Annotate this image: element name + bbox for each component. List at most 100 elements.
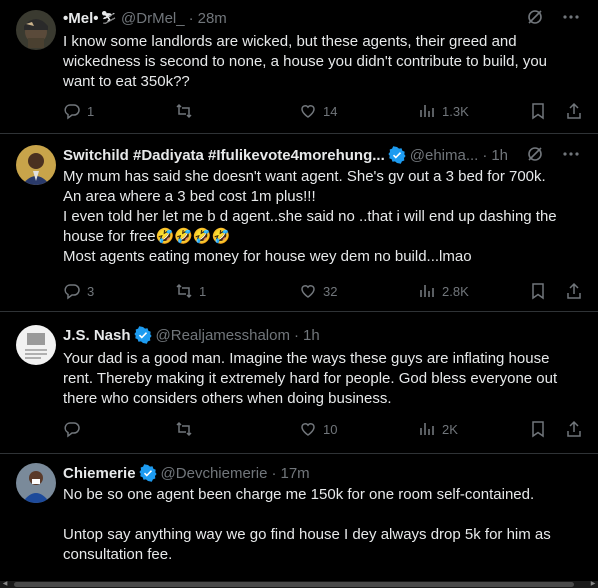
views-button[interactable]: 2.8K: [418, 282, 469, 300]
tweet-actions: 3 1 32 2.8K: [63, 281, 583, 301]
tweet-line: house for free🤣🤣🤣🤣: [63, 228, 231, 245]
bookmark-icon: [532, 421, 544, 438]
grok-icon[interactable]: [526, 8, 544, 26]
views-count: 2.8K: [442, 283, 469, 299]
share-icon: [567, 420, 581, 437]
tweet-line: consultation fee.: [63, 546, 173, 563]
retweet-icon: [176, 421, 192, 437]
tweet-actions: 1 14 1.3K: [63, 101, 583, 121]
tweet-line: there who considers others when doing bu…: [63, 390, 392, 407]
tweet-line: My mum has said she doesn't want agent. …: [63, 168, 546, 185]
tweet-line: [63, 505, 584, 525]
user-handle[interactable]: @Realjamesshalom: [156, 327, 290, 344]
timestamp[interactable]: 17m: [280, 465, 309, 482]
heart-icon: [301, 423, 315, 436]
timestamp[interactable]: 28m: [198, 10, 227, 27]
views-button[interactable]: 1.3K: [418, 102, 469, 120]
avatar[interactable]: [16, 325, 56, 365]
tweet-card[interactable]: Chiemerie @Devchiemerie · 17m No be so o…: [0, 455, 598, 581]
tweet-line: An area where a 3 bed cost 1m plus!!!: [63, 188, 316, 205]
more-icon[interactable]: [562, 8, 580, 26]
verified-badge-icon: [133, 326, 152, 344]
views-icon: [420, 285, 434, 297]
tweet-text: No be so one agent been charge me 150k f…: [63, 485, 584, 565]
tweet-card[interactable]: J.S. Nash @Realjamesshalom · 1h Your dad…: [0, 313, 598, 454]
heart-icon: [301, 285, 315, 298]
tweet-header: •Mel• ⛷ @DrMel_ · 28m: [63, 8, 590, 28]
display-name[interactable]: J.S. Nash: [63, 327, 131, 344]
more-icon[interactable]: [562, 145, 580, 163]
tweet-line: I even told her let me b d agent..she sa…: [63, 208, 557, 225]
scroll-left-arrow-icon[interactable]: ◀: [0, 581, 10, 588]
reply-button[interactable]: [63, 420, 87, 438]
separator-dot: ·: [293, 326, 299, 344]
reply-button[interactable]: 1: [63, 102, 94, 120]
scrollbar-thumb[interactable]: [14, 582, 574, 587]
avatar[interactable]: [16, 463, 56, 503]
bookmark-button[interactable]: [529, 102, 547, 120]
skier-emoji: ⛷: [100, 10, 118, 25]
like-button[interactable]: 10: [299, 420, 337, 438]
tweet-top-icons: [526, 145, 580, 163]
views-button[interactable]: 2K: [418, 420, 458, 438]
verified-badge-icon: [388, 146, 406, 164]
timeline-feed: •Mel• ⛷ @DrMel_ · 28m I know some landlo…: [0, 0, 598, 588]
share-button[interactable]: [565, 282, 583, 300]
tweet-header: Chiemerie @Devchiemerie · 17m: [63, 463, 590, 483]
avatar[interactable]: [16, 145, 56, 185]
reply-count: 3: [87, 283, 95, 299]
retweet-button[interactable]: 1: [175, 282, 206, 300]
bookmark-button[interactable]: [529, 282, 547, 300]
tweet-top-icons: [526, 8, 580, 26]
retweet-icon: [176, 283, 192, 299]
like-button[interactable]: 32: [299, 282, 337, 300]
display-name[interactable]: Switchild #Dadiyata #Ifulikevote4morehun…: [63, 147, 385, 164]
retweet-icon: [176, 103, 192, 119]
separator-dot: ·: [482, 146, 488, 164]
timestamp[interactable]: 1h: [491, 147, 508, 164]
views-icon: [420, 423, 434, 435]
reply-count: 1: [87, 103, 95, 119]
scroll-right-arrow-icon[interactable]: ▶: [588, 581, 598, 588]
user-handle[interactable]: @DrMel_: [121, 10, 185, 27]
tweet-line: Your dad is a good man. Imagine the ways…: [63, 350, 550, 367]
like-count: 14: [323, 103, 338, 119]
tweet-actions: 10 2K: [63, 419, 583, 439]
tweet-line: Most agents eating money for house wey d…: [63, 248, 472, 265]
display-name[interactable]: Chiemerie: [63, 465, 136, 482]
heart-icon: [301, 105, 315, 118]
retweet-button[interactable]: [175, 102, 199, 120]
tweet-card[interactable]: •Mel• ⛷ @DrMel_ · 28m I know some landlo…: [0, 0, 598, 134]
user-handle[interactable]: @ehima...: [410, 147, 479, 164]
separator-dot: ·: [188, 9, 194, 27]
grok-icon[interactable]: [526, 145, 544, 163]
reply-button[interactable]: 3: [63, 282, 94, 300]
retweet-button[interactable]: [175, 420, 199, 438]
tweet-line: Untop say anything way we go find house …: [63, 526, 551, 543]
like-button[interactable]: 14: [299, 102, 337, 120]
reply-icon: [64, 284, 80, 300]
share-icon: [567, 282, 581, 299]
bookmark-icon: [532, 283, 544, 300]
retweet-count: 1: [199, 283, 207, 299]
reply-icon: [64, 104, 80, 120]
timestamp[interactable]: 1h: [303, 327, 320, 344]
tweet-line: wickedness is second to none, a house yo…: [63, 53, 548, 70]
horizontal-scrollbar[interactable]: ◀ ▶: [0, 581, 598, 588]
share-button[interactable]: [565, 102, 583, 120]
tweet-line: rent. Thereby making it extremely hard f…: [63, 370, 558, 387]
like-count: 32: [323, 283, 338, 299]
bookmark-button[interactable]: [529, 420, 547, 438]
separator-dot: ·: [271, 464, 277, 482]
tweet-header: J.S. Nash @Realjamesshalom · 1h: [63, 325, 590, 345]
tweet-text: I know some landlords are wicked, but th…: [63, 32, 584, 92]
avatar[interactable]: [16, 10, 56, 50]
share-button[interactable]: [565, 420, 583, 438]
tweet-card[interactable]: Switchild #Dadiyata #Ifulikevote4morehun…: [0, 135, 598, 312]
tweet-header: Switchild #Dadiyata #Ifulikevote4morehun…: [63, 145, 590, 165]
user-handle[interactable]: @Devchiemerie: [161, 465, 268, 482]
display-name[interactable]: •Mel•: [63, 10, 99, 27]
like-count: 10: [323, 421, 338, 437]
views-count: 2K: [442, 421, 458, 437]
tweet-text: Your dad is a good man. Imagine the ways…: [63, 349, 584, 409]
